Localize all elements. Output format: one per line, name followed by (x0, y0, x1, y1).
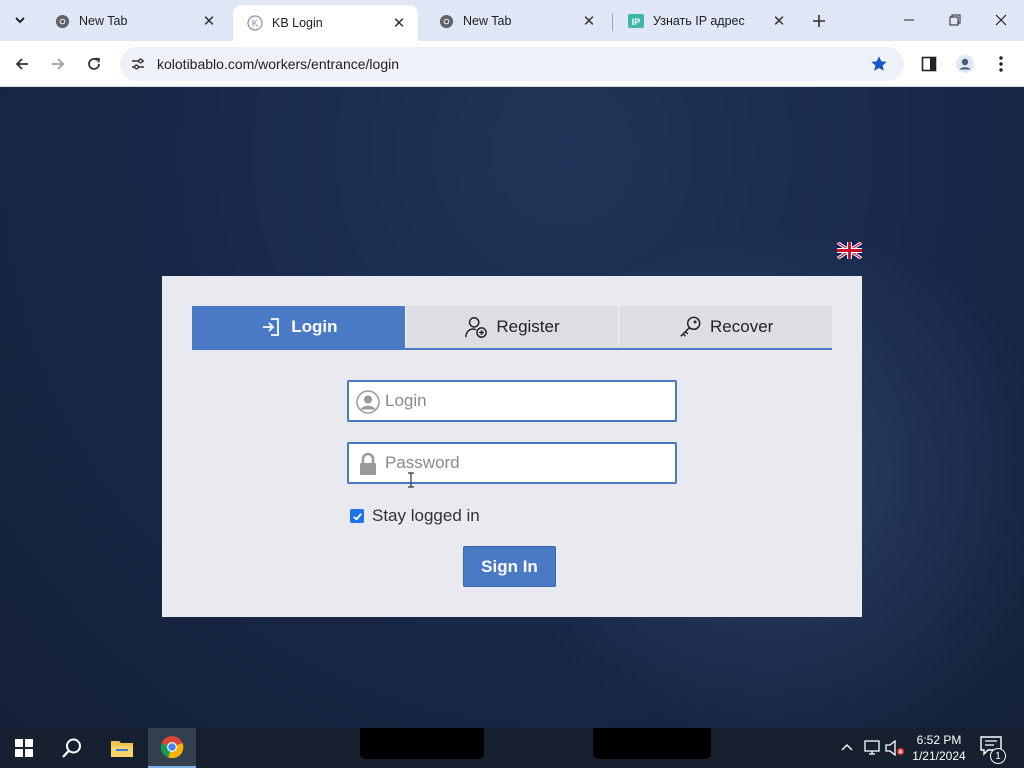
ip-icon: IP (628, 13, 644, 29)
kb-icon: K (247, 15, 263, 31)
profile-avatar-icon (956, 55, 974, 73)
chrome-taskbar-button[interactable] (148, 728, 196, 768)
back-button[interactable] (9, 51, 35, 77)
reload-button[interactable] (81, 51, 107, 77)
menu-button[interactable] (988, 51, 1014, 77)
browser-tab-2[interactable]: K KB Login ✕ (233, 5, 418, 41)
tab-search-button[interactable] (8, 8, 32, 32)
file-explorer-icon (111, 741, 133, 757)
network-button[interactable] (861, 728, 883, 768)
tab-register[interactable]: Register (405, 306, 620, 348)
taskbar-clock[interactable]: 6:52 PM 1/21/2024 (907, 732, 971, 764)
browser-tab-1[interactable]: New Tab ✕ (40, 5, 228, 37)
bookmark-star-icon[interactable] (868, 53, 890, 75)
chrome-icon (438, 13, 454, 29)
close-window-button[interactable] (978, 0, 1024, 40)
show-hidden-icons-button[interactable] (838, 728, 856, 768)
password-input[interactable] (385, 450, 671, 476)
password-field[interactable] (347, 442, 677, 484)
close-tab-icon[interactable]: ✕ (770, 12, 788, 30)
clock-date: 1/21/2024 (912, 749, 966, 763)
svg-text:IP: IP (632, 17, 641, 27)
taskbar: 6:52 PM 1/21/2024 1 (0, 728, 1024, 768)
tab-register-label: Register (496, 317, 560, 336)
uk-flag-icon[interactable] (836, 240, 863, 261)
tab-recover-label: Recover (710, 317, 774, 336)
taskbar-search-button[interactable] (48, 728, 96, 768)
browser-toolbar: kolotibablo.com/workers/entrance/login (0, 41, 1024, 87)
plus-icon (813, 15, 825, 27)
new-tab-button[interactable] (807, 9, 831, 33)
tab-title: New Tab (463, 14, 512, 28)
redacted-region (593, 728, 711, 759)
notification-count-badge: 1 (990, 748, 1006, 764)
minimize-button[interactable] (886, 0, 932, 40)
minimize-icon (904, 19, 914, 21)
url-text[interactable]: kolotibablo.com/workers/entrance/login (157, 56, 399, 72)
text-cursor-icon (408, 472, 414, 488)
tab-recover[interactable]: Recover (619, 306, 833, 348)
windows-start-icon (15, 739, 33, 757)
login-input[interactable] (385, 388, 671, 414)
search-icon (62, 738, 81, 758)
chrome-icon (160, 736, 184, 759)
chevron-up-icon (841, 744, 853, 751)
checkmark-icon (352, 512, 362, 521)
kebab-menu-icon (999, 56, 1003, 72)
stay-logged-in-checkbox[interactable] (350, 509, 364, 523)
reload-icon (88, 57, 101, 70)
close-tab-icon[interactable]: ✕ (390, 14, 408, 32)
tab-title: KB Login (272, 16, 323, 30)
close-tab-icon[interactable]: ✕ (580, 12, 598, 30)
login-icon (259, 315, 283, 339)
start-button[interactable] (0, 728, 48, 768)
volume-muted-icon (885, 740, 904, 756)
add-user-icon (464, 315, 488, 339)
tab-title: New Tab (79, 14, 128, 28)
browser-tab-4[interactable]: IP Узнать IP адрес ✕ (614, 5, 798, 37)
lock-icon (355, 451, 381, 477)
tab-login[interactable]: Login (192, 306, 406, 348)
tab-title: Узнать IP адрес (653, 14, 745, 28)
network-icon (864, 740, 880, 755)
side-panel-button[interactable] (916, 51, 942, 77)
restore-button[interactable] (932, 0, 978, 40)
tab-login-label: Login (291, 317, 338, 336)
forward-button[interactable] (45, 51, 71, 77)
side-panel-icon (921, 56, 937, 72)
login-card: Login Register Recover Login Stay logged… (162, 276, 862, 617)
chevron-down-icon (15, 17, 25, 24)
site-settings-icon[interactable] (128, 54, 148, 74)
volume-button[interactable] (884, 728, 906, 768)
tab-separator (612, 13, 613, 31)
stay-logged-in-label: Stay logged in (372, 506, 480, 525)
login-field[interactable] (347, 380, 677, 422)
user-icon (355, 389, 381, 415)
sign-in-button[interactable]: Sign In (463, 546, 556, 587)
forward-arrow-icon (52, 58, 65, 70)
redacted-region (360, 728, 484, 759)
stay-logged-in[interactable]: Stay logged in (350, 506, 480, 526)
file-explorer-button[interactable] (98, 728, 146, 768)
browser-tab-3[interactable]: New Tab ✕ (424, 5, 608, 37)
svg-text:K: K (252, 19, 259, 30)
key-icon (678, 315, 702, 339)
back-arrow-icon (15, 58, 28, 70)
close-tab-icon[interactable]: ✕ (200, 12, 218, 30)
restore-icon (949, 14, 961, 26)
auth-tabs: Login Register Recover (192, 306, 833, 350)
tab-strip: New Tab ✕ K KB Login ✕ New Tab ✕ IP Узна… (0, 0, 1024, 41)
profile-button[interactable] (952, 51, 978, 77)
address-bar[interactable]: kolotibablo.com/workers/entrance/login (120, 47, 904, 81)
close-icon (995, 14, 1007, 26)
clock-time: 6:52 PM (916, 733, 962, 747)
page-content: Login Register Recover Login Stay logged… (0, 87, 1024, 728)
chrome-icon (54, 13, 70, 29)
